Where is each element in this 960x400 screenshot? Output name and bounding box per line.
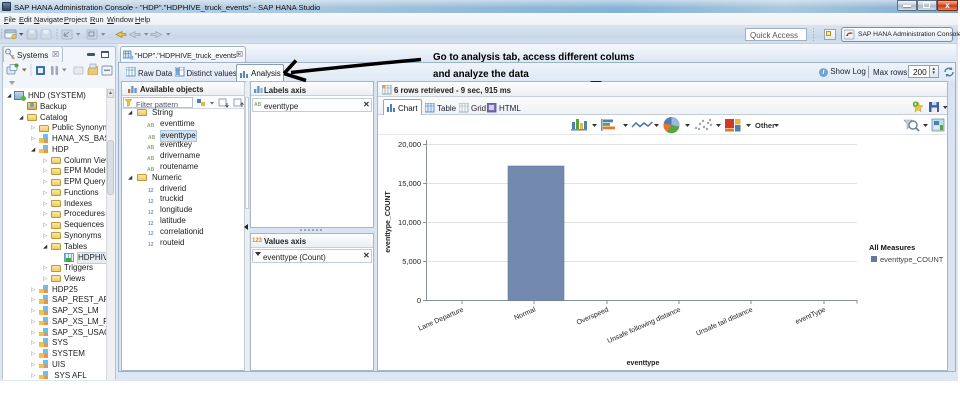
svg-text:20,000: 20,000 [398, 140, 421, 149]
svg-text:Unsafe tail distance: Unsafe tail distance [695, 306, 754, 337]
svg-text:eventtype: eventtype [627, 360, 660, 367]
svg-text:5,000: 5,000 [402, 257, 421, 266]
svg-text:All Measures: All Measures [869, 243, 915, 252]
svg-text:10,000: 10,000 [398, 218, 421, 227]
svg-text:Overspeed: Overspeed [576, 306, 610, 326]
svg-text:eventType: eventType [794, 306, 826, 326]
svg-text:Other: Other [755, 121, 775, 130]
svg-text:eventtype_COUNT: eventtype_COUNT [385, 191, 392, 253]
svg-text:0: 0 [417, 296, 421, 305]
svg-text:Normal: Normal [513, 306, 537, 322]
svg-text:Lane Departure: Lane Departure [418, 306, 465, 332]
svg-text:15,000: 15,000 [398, 179, 421, 188]
svg-text:Unsafe following distance: Unsafe following distance [606, 306, 681, 345]
svg-text:eventtype_COUNT: eventtype_COUNT [880, 255, 944, 264]
